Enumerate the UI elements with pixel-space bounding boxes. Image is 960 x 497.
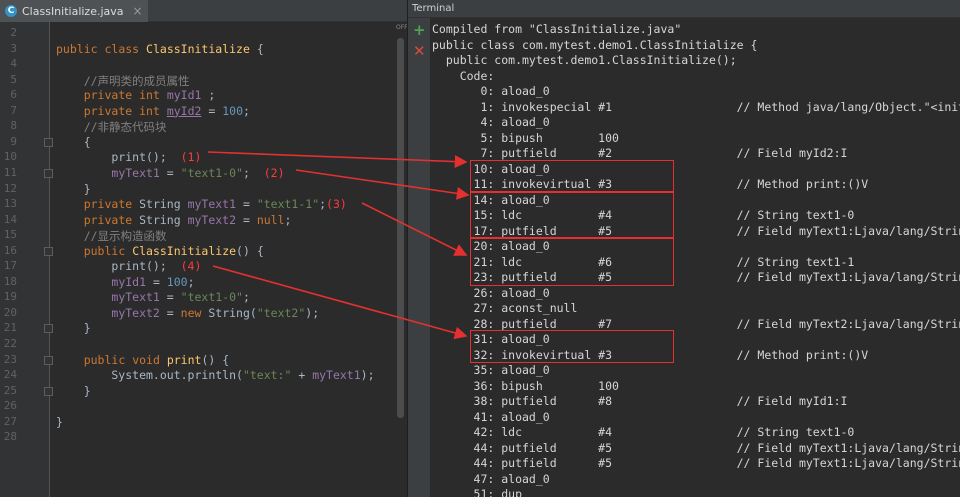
line-number: 22 [3, 337, 17, 350]
line-number: 13 [3, 197, 17, 211]
line-number: 12 [3, 181, 17, 195]
line-number: 10 [3, 150, 17, 164]
code-line: public void print() { [83, 352, 230, 367]
line-number: 17 [3, 259, 17, 273]
line-number: 14 [3, 212, 17, 226]
code-line: private String myText1 = "text1-1";(3) [83, 197, 347, 212]
highlight-box [470, 190, 674, 239]
line-number: 7 [10, 103, 17, 117]
highlight-box [470, 159, 674, 193]
terminal-line: public com.mytest.demo1.ClassInitialize(… [432, 53, 737, 67]
line-number: 11 [3, 165, 17, 179]
line-number-gutter: 2 3 4 5 6 7 8 9 10 11 12 13 14 15 16 17 18 19 20 21 22 23 24 25… [0, 22, 53, 497]
code-editor[interactable]: C ClassInitialize.java × 2 3 4 5 6 7 8 9 10 11 12 1… [0, 0, 408, 497]
code-line: myText1 = "text1-0"; [111, 290, 250, 305]
line-number: 27 [3, 414, 17, 428]
terminal-line: 44: putfield #5 // Field myText1:Ljava/l… [432, 456, 960, 470]
highlight-box [470, 237, 674, 286]
code-line: { [56, 134, 91, 149]
plus-icon[interactable]: + [413, 23, 426, 38]
terminal-output[interactable]: Compiled from "ClassInitialize.java" publ… [432, 18, 960, 497]
terminal-line: public class com.mytest.demo1.ClassIniti… [432, 37, 758, 52]
terminal-line: 36: bipush 100 [432, 378, 619, 393]
line-number: 8 [10, 119, 17, 133]
status-off-label: OFF [396, 24, 408, 31]
editor-tab-bar: C ClassInitialize.java × [0, 0, 407, 22]
fold-marker-icon[interactable] [44, 246, 53, 256]
code-line: private String myText2 = null; [83, 212, 292, 227]
highlight-box [470, 330, 674, 363]
code-line: //声明类的成员属性 [56, 73, 190, 88]
terminal-line: Compiled from "ClassInitialize.java" [432, 22, 682, 36]
code-line: private int myId2 = 100; [83, 103, 250, 118]
line-number: 28 [3, 430, 17, 444]
line-number: 18 [3, 274, 17, 288]
code-line: print(); (4) [56, 259, 202, 274]
code-line: //显示构造函数 [56, 229, 167, 244]
terminal-line: 47: aload_0 [432, 471, 550, 486]
close-tab-icon[interactable]: × [133, 4, 143, 18]
editor-tab-classinitialize[interactable]: C ClassInitialize.java × [0, 0, 148, 22]
line-number: 6 [10, 88, 17, 102]
line-number: 2 [10, 26, 17, 39]
terminal-line: Code: [432, 68, 495, 83]
code-line: print(); (1) [56, 150, 202, 165]
fold-marker-icon[interactable] [44, 324, 53, 334]
terminal-line: 0: aload_0 [432, 84, 550, 98]
code-line: System.out.println("text:" + myText1); [56, 368, 375, 383]
code-line: private int myId1 ; [83, 88, 216, 103]
line-number: 9 [10, 134, 17, 148]
terminal-line: 41: aload_0 [432, 409, 550, 424]
line-number: 24 [3, 368, 17, 382]
line-number: 20 [3, 305, 17, 319]
terminal-line: 26: aload_0 [432, 285, 550, 300]
terminal-line: 51: dup [432, 487, 523, 497]
line-number: 26 [3, 399, 17, 413]
line-number: 4 [10, 57, 17, 71]
line-number: 16 [3, 243, 17, 257]
code-area[interactable]: public class ClassInitialize { //声明类的成员属… [56, 22, 396, 497]
close-icon[interactable]: ✕ [413, 44, 426, 59]
terminal-title: Terminal [412, 3, 455, 14]
line-number: 3 [10, 41, 17, 55]
terminal-line: 7: putfield #2 // Field myId2:I [432, 146, 848, 160]
line-number: 25 [3, 383, 17, 397]
code-line: } [56, 181, 91, 196]
terminal-line: 38: putfield #8 // Field myId1:I [432, 394, 848, 408]
fold-marker-icon[interactable] [44, 386, 53, 396]
fold-marker-icon[interactable] [44, 168, 53, 178]
terminal-line: 5: bipush 100 [432, 130, 619, 145]
code-line: //非静态代码块 [56, 120, 167, 135]
code-line: public ClassInitialize() { [83, 243, 264, 258]
code-line: } [56, 414, 63, 429]
terminal-toolbar: + ✕ [408, 18, 430, 497]
code-line: myText2 = new String("text2"); [111, 305, 320, 320]
terminal-line: 28: putfield #7 // Field myText2:Ljava/l… [432, 316, 960, 331]
line-number: 23 [3, 352, 17, 366]
fold-marker-icon[interactable] [44, 137, 53, 147]
editor-scrollbar[interactable] [397, 38, 404, 418]
terminal-header: Terminal [408, 0, 960, 18]
line-number: 21 [3, 321, 17, 335]
c-icon: C [5, 5, 17, 17]
terminal-line: 27: aconst_null [432, 301, 578, 315]
line-number: 5 [10, 72, 17, 86]
terminal-line: 35: aload_0 [432, 363, 550, 377]
code-line: } [56, 383, 91, 398]
tab-filename: ClassInitialize.java [22, 4, 124, 18]
line-number: 15 [3, 228, 17, 242]
terminal-line: 42: ldc #4 // String text1-0 [432, 425, 855, 439]
code-line: myText1 = "text1-0"; (2) [111, 165, 285, 180]
terminal-line: 1: invokespecial #1 // Method java/lang/… [432, 99, 960, 114]
terminal-line: 4: aload_0 [432, 115, 550, 129]
code-line: public class ClassInitialize { [56, 41, 264, 56]
terminal-panel[interactable]: Terminal + ✕ Compiled from "ClassInitial… [407, 0, 960, 497]
code-line: myId1 = 100; [111, 274, 195, 289]
terminal-line: 44: putfield #5 // Field myText1:Ljava/l… [432, 440, 960, 455]
code-line: } [56, 321, 91, 336]
line-number: 19 [3, 290, 17, 304]
fold-marker-icon[interactable] [44, 355, 53, 365]
